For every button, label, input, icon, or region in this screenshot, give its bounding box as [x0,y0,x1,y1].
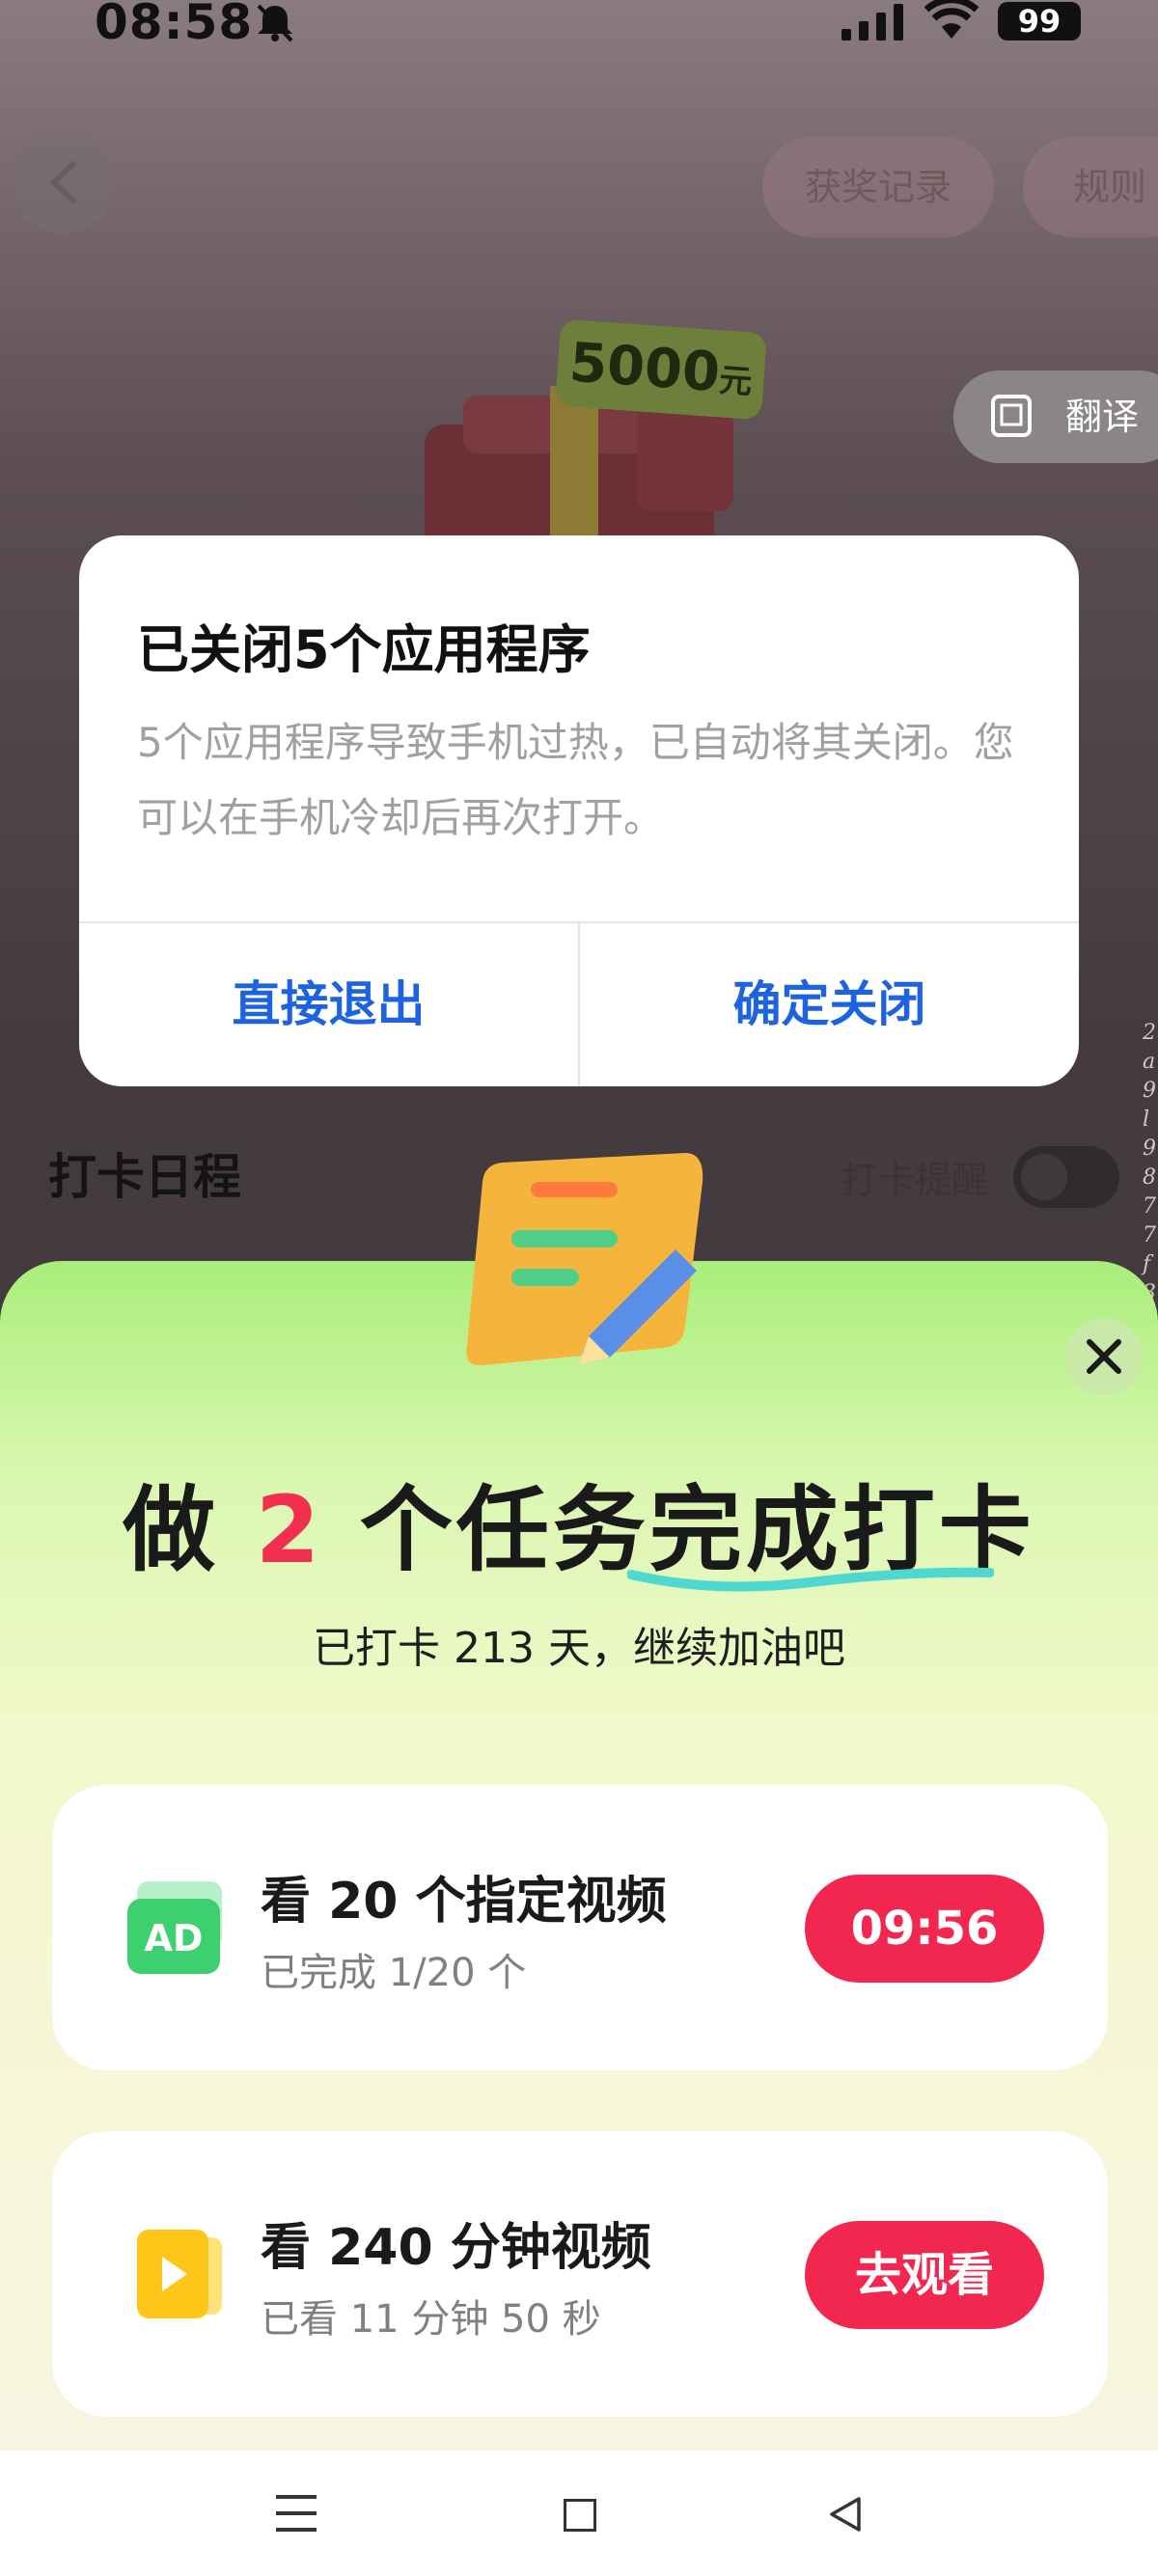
title-underline-swoosh [627,1567,994,1592]
home-icon[interactable] [564,2499,596,2532]
play-video-icon [137,2230,222,2318]
note-pencil-image [466,1153,703,1366]
status-time: 08:58 [95,0,254,50]
reminder-label: 打卡提醒 [841,1159,989,1201]
dialog-message: 5个应用程序导致手机过热，已自动将其关闭。您可以在手机冷却后再次打开。 [137,719,1014,841]
rules-button[interactable]: 规则 [1023,137,1158,237]
dialog-title: 已关闭5个应用程序 [137,619,591,680]
chevron-left-icon [49,161,76,204]
task-progress: 已看 11 分钟 50 秒 [261,2297,601,2342]
close-sheet-button[interactable] [1065,1318,1143,1395]
back-triangle-icon[interactable] [826,2495,865,2534]
status-bar: 08:58 99 [0,0,1158,50]
battery-indicator: 99 [998,2,1081,41]
reminder-toggle[interactable] [1013,1146,1119,1208]
toggle-knob [1021,1154,1067,1200]
task-title: 看 240 分钟视频 [261,2219,651,2277]
menu-icon[interactable] [274,2493,318,2534]
sheet-title-prefix: 做 [123,1476,256,1584]
task-card: AD 看 20 个指定视频 已完成 1/20 个 09:56 [52,1785,1108,2070]
task-card: 看 240 分钟视频 已看 11 分钟 50 秒 去观看 [52,2131,1108,2417]
translate-icon [991,395,1032,437]
prize-amount-badge: 5000元 [555,318,767,421]
ad-video-icon: AD [127,1881,222,1974]
wifi-icon [924,0,979,39]
exit-button[interactable]: 直接退出 [79,923,578,1086]
watch-button[interactable]: 去观看 [805,2221,1044,2329]
translate-button[interactable]: 翻译 [953,370,1158,463]
prize-amount: 5000 [567,331,723,405]
checkin-streak-text: 已打卡 213 天，继续加油吧 [313,1624,845,1673]
signal-icon [841,4,903,41]
task-count: 2 [255,1476,324,1584]
prize-records-button[interactable]: 获奖记录 [762,137,994,237]
translate-label: 翻译 [1065,396,1140,438]
bell-muted-icon [257,4,293,42]
close-icon [1087,1339,1121,1374]
task-timer-button[interactable]: 09:56 [805,1875,1044,1983]
back-button[interactable] [12,131,114,233]
ad-icon-text: AD [145,1917,204,1959]
task-progress: 已完成 1/20 个 [261,1951,527,1995]
overheat-dialog: 已关闭5个应用程序 5个应用程序导致手机过热，已自动将其关闭。您可以在手机冷却后… [79,535,1079,1086]
prize-unit: 元 [717,361,754,402]
confirm-close-button[interactable]: 确定关闭 [580,923,1079,1086]
schedule-title: 打卡日程 [48,1149,241,1205]
task-title: 看 20 个指定视频 [261,1873,667,1931]
